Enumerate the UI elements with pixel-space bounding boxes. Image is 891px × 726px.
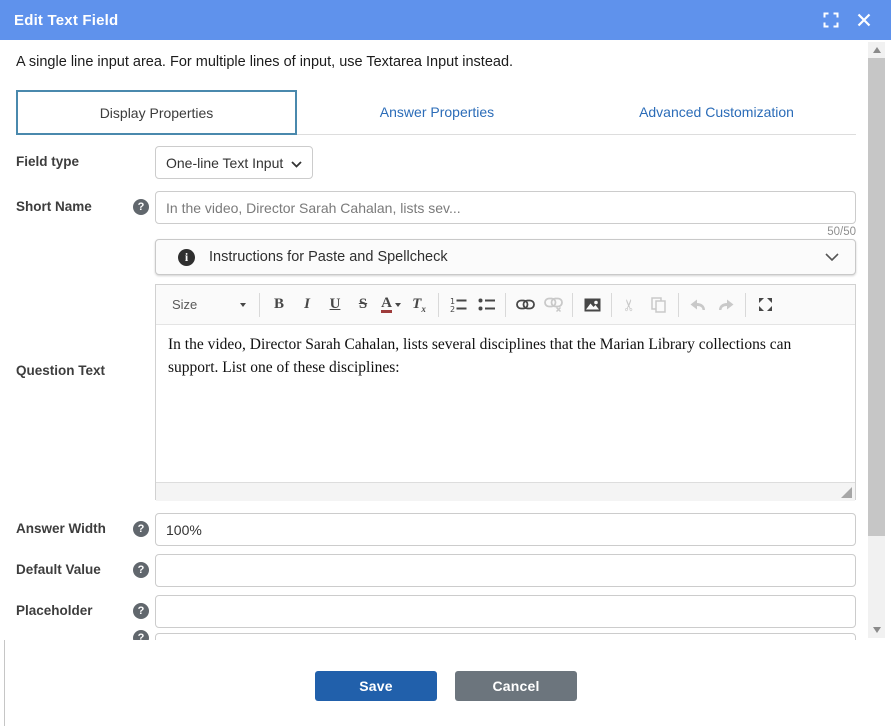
question-text-label: Question Text — [16, 363, 105, 379]
editor-toolbar: Size B I U S A Tx 1 2 — [156, 285, 855, 325]
dialog-title: Edit Text Field — [14, 12, 118, 29]
tab-label: Display Properties — [100, 105, 214, 121]
chevron-down-icon — [825, 253, 839, 261]
vertical-scrollbar[interactable] — [868, 42, 885, 638]
link-icon[interactable] — [514, 292, 536, 318]
italic-button[interactable]: I — [296, 292, 318, 318]
fullscreen-icon[interactable] — [823, 12, 839, 28]
scrollbar-up-button[interactable] — [868, 42, 885, 58]
scrollbar-thumb[interactable] — [868, 58, 885, 536]
chevron-down-icon — [291, 155, 302, 171]
maximize-icon[interactable] — [754, 292, 776, 318]
info-icon: i — [178, 249, 195, 266]
help-icon[interactable]: ? — [133, 562, 149, 578]
bullet-list-icon[interactable] — [475, 292, 497, 318]
close-icon[interactable] — [857, 13, 871, 27]
numbered-list-icon[interactable]: 1 2 — [447, 292, 469, 318]
question-text-editarea[interactable]: In the video, Director Sarah Cahalan, li… — [156, 325, 855, 482]
tab-display-properties[interactable]: Display Properties — [16, 90, 297, 135]
tab-answer-properties[interactable]: Answer Properties — [297, 90, 577, 135]
font-size-dropdown[interactable]: Size — [162, 297, 254, 312]
accordion-label: Instructions for Paste and Spellcheck — [209, 249, 448, 265]
scrollbar-down-button[interactable] — [868, 622, 885, 638]
cancel-button[interactable]: Cancel — [455, 671, 577, 701]
editor-resize-handle[interactable] — [841, 487, 852, 498]
help-icon[interactable]: ? — [133, 603, 149, 619]
strikethrough-button[interactable]: S — [352, 292, 374, 318]
dialog-description: A single line input area. For multiple l… — [16, 54, 513, 70]
tab-label: Answer Properties — [380, 104, 494, 120]
tab-label: Advanced Customization — [639, 104, 794, 120]
default-value-input[interactable] — [155, 554, 856, 587]
placeholder-input[interactable] — [155, 595, 856, 628]
copy-icon[interactable] — [648, 292, 670, 318]
answer-width-label: Answer Width — [16, 521, 106, 537]
rich-text-editor: Size B I U S A Tx 1 2 — [155, 284, 856, 500]
field-type-label: Field type — [16, 154, 79, 170]
svg-text:2: 2 — [450, 305, 455, 312]
remove-format-button[interactable]: Tx — [408, 292, 430, 318]
chevron-down-icon — [395, 303, 401, 307]
clipped-next-input[interactable] — [155, 633, 856, 640]
save-button[interactable]: Save — [315, 671, 437, 701]
answer-width-input[interactable] — [155, 513, 856, 546]
placeholder-label: Placeholder — [16, 603, 93, 619]
help-icon[interactable]: ? — [133, 199, 149, 215]
undo-icon[interactable] — [687, 292, 709, 318]
help-icon[interactable]: ? — [133, 630, 149, 640]
dialog-body: A single line input area. For multiple l… — [0, 40, 891, 640]
underline-button[interactable]: U — [324, 292, 346, 318]
char-counter: 50/50 — [655, 226, 856, 238]
cut-icon[interactable]: ✂ — [620, 292, 642, 318]
text-color-button[interactable]: A — [380, 292, 402, 318]
chevron-down-icon — [240, 303, 246, 307]
image-icon[interactable] — [581, 292, 603, 318]
dialog-titlebar: Edit Text Field — [0, 0, 891, 40]
tab-advanced-customization[interactable]: Advanced Customization — [577, 90, 856, 135]
editor-statusbar — [156, 482, 855, 501]
short-name-label: Short Name — [16, 199, 92, 215]
bold-button[interactable]: B — [268, 292, 290, 318]
field-type-select[interactable]: One-line Text Input — [155, 146, 313, 179]
default-value-label: Default Value — [16, 562, 101, 578]
instructions-accordion[interactable]: i Instructions for Paste and Spellcheck — [155, 239, 856, 275]
help-icon[interactable]: ? — [133, 521, 149, 537]
field-type-selected-value: One-line Text Input — [166, 155, 283, 171]
short-name-input[interactable] — [155, 191, 856, 224]
redo-icon[interactable] — [715, 292, 737, 318]
unlink-icon[interactable] — [542, 292, 564, 318]
